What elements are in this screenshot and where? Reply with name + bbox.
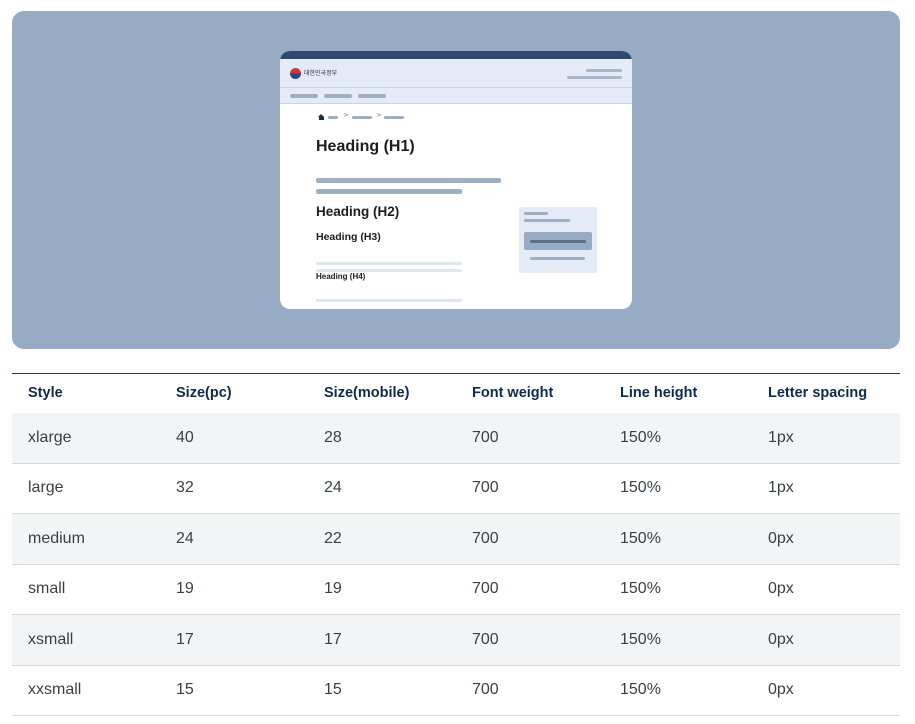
nav-divider	[280, 103, 632, 104]
side-text-placeholder	[524, 219, 570, 222]
text-placeholder	[316, 189, 462, 194]
text-placeholder	[316, 262, 462, 265]
mockup-nav	[280, 87, 632, 103]
column-header-size-pc: Size(pc)	[176, 385, 232, 402]
home-icon-base	[319, 117, 324, 120]
header-utility-line	[586, 69, 622, 72]
table-row: small 19 19 700 150% 0px	[12, 564, 900, 615]
gov-name: 대한민국정부	[304, 70, 338, 77]
breadcrumb-placeholder	[328, 116, 338, 119]
cell-size-pc: 19	[160, 564, 308, 615]
column-header-size-mobile: Size(mobile)	[324, 385, 410, 402]
table-header-row: Style Size(pc) Size(mobile) Font weight …	[12, 373, 900, 413]
cell-size-pc: 40	[160, 412, 308, 464]
cell-line-height: 150%	[604, 412, 752, 464]
cell-style: medium	[12, 513, 160, 565]
heading-h2-sample: Heading (H2)	[316, 204, 400, 219]
cell-size-pc: 15	[160, 665, 308, 716]
cell-letter-spacing: 1px	[752, 463, 900, 514]
cell-size-mobile: 24	[308, 463, 456, 514]
cell-line-height: 150%	[604, 564, 752, 615]
nav-item-placeholder	[290, 94, 318, 98]
cell-letter-spacing: 0px	[752, 665, 900, 716]
cell-style: xxsmall	[12, 665, 160, 716]
cell-font-weight: 700	[456, 463, 604, 514]
hero-illustration: 대한민국정부 > > Heading (H1) Heading (H2) Hea…	[12, 11, 900, 349]
breadcrumb-placeholder	[352, 116, 372, 119]
cell-size-mobile: 15	[308, 665, 456, 716]
cell-style: small	[12, 564, 160, 615]
mockup-header: 대한민국정부	[280, 59, 632, 87]
side-button-placeholder	[524, 232, 592, 250]
side-text-placeholder	[524, 212, 548, 215]
heading-h1-sample: Heading (H1)	[316, 138, 415, 155]
cell-size-mobile: 22	[308, 513, 456, 565]
breadcrumb-separator: >	[376, 111, 382, 119]
cell-size-mobile: 17	[308, 614, 456, 666]
table-row: xxsmall 15 15 700 150% 0px	[12, 665, 900, 716]
side-text-placeholder	[530, 257, 585, 260]
gov-emblem-icon	[290, 68, 301, 79]
text-placeholder	[316, 178, 501, 183]
cell-style: xlarge	[12, 412, 160, 464]
cell-line-height: 150%	[604, 665, 752, 716]
cell-font-weight: 700	[456, 412, 604, 464]
cell-font-weight: 700	[456, 513, 604, 565]
cell-line-height: 150%	[604, 513, 752, 565]
cell-letter-spacing: 0px	[752, 513, 900, 565]
side-button-label-placeholder	[530, 240, 586, 243]
cell-size-pc: 17	[160, 614, 308, 666]
cell-font-weight: 700	[456, 614, 604, 666]
cell-size-pc: 32	[160, 463, 308, 514]
column-header-font-weight: Font weight	[472, 385, 554, 402]
nav-item-placeholder	[324, 94, 352, 98]
cell-line-height: 150%	[604, 614, 752, 666]
cell-size-pc: 24	[160, 513, 308, 565]
breadcrumb-placeholder	[384, 116, 404, 119]
heading-h4-sample: Heading (H4)	[316, 272, 366, 281]
table-row: medium 24 22 700 150% 0px	[12, 513, 900, 565]
typography-spec-table: Style Size(pc) Size(mobile) Font weight …	[12, 373, 900, 716]
cell-line-height: 150%	[604, 463, 752, 514]
table-row: large 32 24 700 150% 1px	[12, 463, 900, 514]
cell-style: large	[12, 463, 160, 514]
cell-font-weight: 700	[456, 665, 604, 716]
breadcrumb-separator: >	[343, 111, 349, 119]
cell-letter-spacing: 0px	[752, 614, 900, 666]
cell-letter-spacing: 0px	[752, 564, 900, 615]
nav-item-placeholder	[358, 94, 386, 98]
mockup-topbar	[280, 51, 632, 59]
table-row: xlarge 40 28 700 150% 1px	[12, 412, 900, 464]
table-row: xsmall 17 17 700 150% 0px	[12, 614, 900, 666]
side-card	[519, 207, 597, 273]
column-header-letter-spacing: Letter spacing	[768, 385, 868, 402]
header-utility-line	[567, 76, 622, 79]
page-mockup: 대한민국정부 > > Heading (H1) Heading (H2) Hea…	[280, 51, 632, 309]
cell-style: xsmall	[12, 614, 160, 666]
column-header-style: Style	[28, 385, 63, 402]
cell-letter-spacing: 1px	[752, 412, 900, 464]
heading-h3-sample: Heading (H3)	[316, 231, 381, 243]
cell-font-weight: 700	[456, 564, 604, 615]
text-placeholder	[316, 299, 462, 302]
column-header-line-height: Line height	[620, 385, 698, 402]
cell-size-mobile: 28	[308, 412, 456, 464]
cell-size-mobile: 19	[308, 564, 456, 615]
